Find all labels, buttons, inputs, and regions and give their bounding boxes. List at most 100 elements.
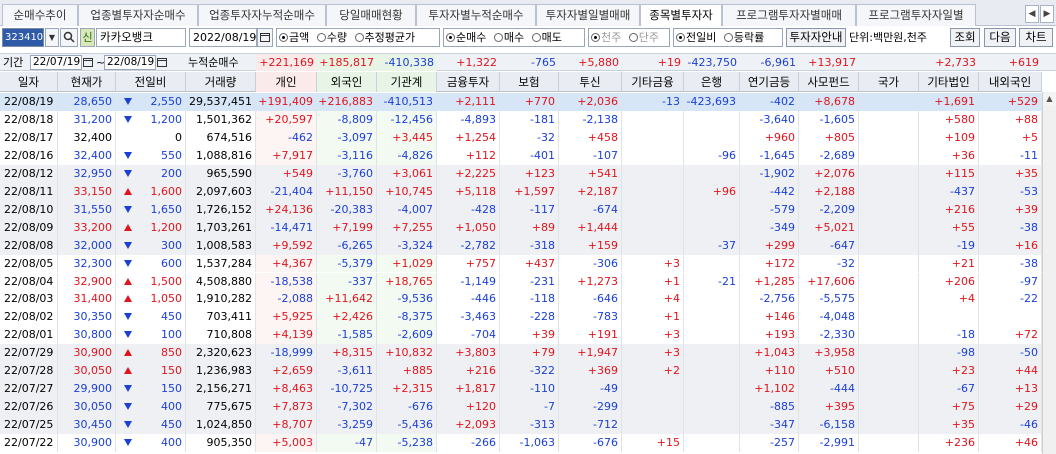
period-to-input[interactable]: 22/08/19 (104, 55, 156, 70)
chart-button[interactable]: 차트 (1019, 28, 1053, 47)
tab-2[interactable]: 업종투자자누적순매수 (198, 4, 326, 26)
down-triangle-icon (124, 241, 132, 249)
radio-avg-price[interactable]: 추정평균가 (354, 29, 415, 46)
table-row[interactable]: 22/08/12 32,950 200 965,590 +549 -3,760 +3,061… (0, 164, 1042, 183)
table-row[interactable]: 22/08/03 31,400 1,050 1,910,282 -2,088 +11,64… (0, 290, 1042, 309)
tab-5[interactable]: 투자자별일별매매 (536, 4, 640, 26)
cell-trust: +1,273 (559, 272, 622, 291)
radio-buy[interactable]: 매수 (493, 29, 524, 46)
cell-change: 1,600 (116, 182, 186, 201)
header-domestic-foreign[interactable]: 내외국인 (979, 72, 1042, 92)
table-row[interactable]: 22/08/04 32,900 1,500 4,508,880 -18,538 -337 +… (0, 272, 1042, 291)
investor-guide-button[interactable]: 투자자안내 (786, 28, 846, 47)
header-individual[interactable]: 개인 (256, 72, 317, 92)
up-triangle-icon (124, 187, 132, 195)
header-pension[interactable]: 연기금등 (740, 72, 799, 92)
cell-nation (859, 182, 919, 201)
table-row[interactable]: 22/08/19 28,650 2,550 29,537,451 +191,409 +21… (0, 93, 1042, 111)
radio-amount[interactable]: 금액 (279, 29, 309, 46)
cell-bank (684, 128, 740, 147)
period-calendar-icon[interactable] (83, 54, 95, 71)
table-row[interactable]: 22/08/02 30,350 450 703,411 +5,925 +2,426 -8,3… (0, 308, 1042, 327)
period-from-input[interactable]: 22/07/19 (30, 55, 82, 70)
radio-quantity[interactable]: 수량 (316, 29, 347, 46)
cell-other-financial: +3 (622, 254, 684, 273)
table-row[interactable]: 22/08/01 30,800 100 710,808 +4,139 -1,585 -2,6… (0, 326, 1042, 345)
cell-trust: +369 (559, 362, 622, 381)
search-icon[interactable] (60, 28, 78, 47)
shin-button[interactable]: 신 (80, 28, 95, 47)
radio-single-shares[interactable]: 단주 (628, 29, 659, 46)
cell-private-fund: -32 (799, 254, 859, 273)
radio-sell[interactable]: 매도 (531, 29, 562, 46)
cell-bank (684, 290, 740, 309)
tab-next-button[interactable]: ▶ (1040, 5, 1054, 23)
tab-3[interactable]: 당일매매현황 (326, 4, 416, 26)
tab-4[interactable]: 투자자별누적순매수 (416, 4, 536, 26)
cell-other-financial (622, 128, 684, 147)
cell-domestic-foreign: -97 (979, 272, 1042, 291)
cell-individual: +9,592 (256, 236, 317, 255)
tab-prev-button[interactable]: ◀ (1025, 5, 1039, 23)
cell-domestic-foreign: +88 (979, 110, 1042, 129)
vertical-scrollbar[interactable] (1042, 92, 1056, 454)
header-other-corp[interactable]: 기타법인 (919, 72, 979, 92)
cell-other-financial (622, 182, 684, 201)
table-row[interactable]: 22/08/18 31,200 1,200 1,501,362 +20,597 -8,80… (0, 110, 1042, 129)
table-row[interactable]: 22/07/28 30,050 150 1,236,983 +2,659 -3,611 +8… (0, 362, 1042, 381)
table-row[interactable]: 22/08/08 32,000 300 1,008,583 +9,592 -6,265 -3… (0, 236, 1042, 255)
down-triangle-icon (124, 205, 132, 213)
table-row[interactable]: 22/07/22 30,900 400 905,350 +5,003 -47 -5,238-… (0, 434, 1042, 452)
cell-change: 1,200 (116, 218, 186, 237)
cell-other-corp: +75 (919, 398, 979, 417)
cell-foreign: +7,199 (317, 218, 377, 237)
header-nation[interactable]: 국가 (859, 72, 919, 92)
period-to-calendar-icon[interactable] (157, 54, 169, 71)
table-row[interactable]: 22/08/17 32,400 0 674,516 -462 -3,097 +3,445 +1… (0, 128, 1042, 147)
table-row[interactable]: 22/07/26 30,050 400 775,675 +7,873 -7,302 -676… (0, 398, 1042, 417)
tab-7[interactable]: 프로그램투자자별매매 (722, 4, 856, 26)
header-change[interactable]: 전일비 (116, 72, 186, 92)
cell-other-financial: +1 (622, 272, 684, 291)
tab-8[interactable]: 프로그램투자자일별 (856, 4, 976, 26)
scroll-up-icon[interactable]: ▲ (1043, 92, 1056, 106)
table-row[interactable]: 22/08/10 31,550 1,650 1,726,152 +24,136 -20,3… (0, 200, 1042, 219)
radio-change-rate[interactable]: 등락률 (723, 29, 764, 46)
cell-nation (859, 93, 919, 111)
radio-net-buy[interactable]: 순매수 (446, 29, 486, 46)
table-row[interactable]: 22/08/05 32,300 600 1,537,284 +4,367 -5,379 +1… (0, 254, 1042, 273)
header-foreign[interactable]: 외국인 (317, 72, 377, 92)
stock-name-field[interactable]: 카카오뱅크 (96, 28, 186, 47)
table-row[interactable]: 22/07/25 30,450 450 1,024,850 +8,707 -3,259 -5… (0, 416, 1042, 435)
radio-prev-diff[interactable]: 전일비 (676, 29, 716, 46)
base-date-input[interactable]: 2022/08/19 (189, 28, 257, 47)
code-dropdown-icon[interactable]: ▼ (45, 28, 59, 47)
header-date[interactable]: 일자 (0, 72, 58, 92)
cell-institution: +7,255 (377, 218, 437, 237)
header-volume[interactable]: 거래량 (186, 72, 256, 92)
table-row[interactable]: 22/08/16 32,400 550 1,088,816 +7,917 -3,116 -4… (0, 146, 1042, 165)
header-institution[interactable]: 기관계 (377, 72, 437, 92)
header-insurance[interactable]: 보험 (500, 72, 559, 92)
tab-1[interactable]: 업종별투자자순매수 (78, 4, 198, 26)
cell-insurance: -118 (500, 290, 559, 309)
header-bank[interactable]: 은행 (684, 72, 740, 92)
table-row[interactable]: 22/08/09 33,200 1,200 1,703,261 -14,471 +7,19… (0, 218, 1042, 237)
query-button[interactable]: 조회 (950, 28, 980, 47)
stock-code-input[interactable]: 323410 (2, 28, 44, 47)
calendar-icon[interactable] (257, 28, 273, 47)
cell-domestic-foreign: -46 (979, 416, 1042, 435)
header-financial-invest[interactable]: 금융투자 (437, 72, 500, 92)
table-row[interactable]: 22/08/11 33,150 1,600 2,097,603 -21,404 +11,1… (0, 182, 1042, 201)
next-button[interactable]: 다음 (984, 28, 1016, 47)
header-price[interactable]: 현재가 (58, 72, 116, 92)
table-row[interactable]: 22/07/29 30,900 850 2,320,623 -18,999 +8,315 +… (0, 344, 1042, 363)
header-private-fund[interactable]: 사모펀드 (799, 72, 859, 92)
header-trust[interactable]: 투신 (559, 72, 622, 92)
table-row[interactable]: 22/07/27 29,900 150 2,156,271 +8,463 -10,725 +… (0, 380, 1042, 399)
radio-thousand-shares[interactable]: 천주 (591, 29, 621, 46)
header-other-financial[interactable]: 기타금융 (622, 72, 684, 92)
tab-0[interactable]: 순매수추이 (2, 4, 78, 26)
tab-6[interactable]: 종목별투자자 (640, 4, 722, 27)
cell-trust: -674 (559, 200, 622, 219)
